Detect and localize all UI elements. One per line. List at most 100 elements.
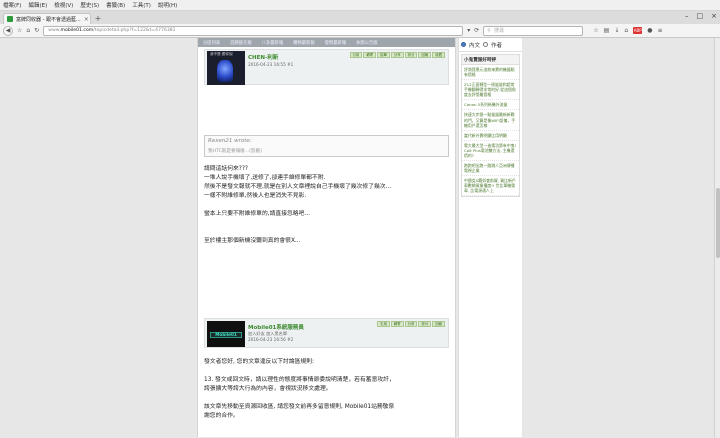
clipboard-icon[interactable]: ▤ [604, 27, 610, 34]
avatar[interactable]: 我不是 跟你說 [207, 51, 245, 85]
post-line [204, 367, 395, 376]
back-icon[interactable]: ◀ [3, 25, 13, 36]
adblock-icon[interactable]: ABP [633, 27, 643, 34]
action-share-button[interactable]: 分享 [390, 52, 404, 58]
action-rate-button[interactable]: 評分 [418, 321, 432, 327]
site-favicon-icon [7, 16, 13, 22]
action-reply-button[interactable]: 回報 [432, 321, 445, 327]
subnav-item[interactable]: 休閒公告版 [356, 40, 377, 46]
avatar-figure [217, 60, 233, 82]
action-reply-button[interactable]: 回報 [418, 52, 432, 58]
page-scrollbar[interactable] [714, 38, 720, 437]
post-line: 發文者您好, 您的文章違反以下討論區規則: [204, 359, 314, 365]
search-placeholder: 搜尋 [493, 27, 504, 34]
url-path: /topicdetail.php?f=122&t=4776381 [93, 27, 176, 33]
post-author[interactable]: Mobile01系統服務員 [248, 323, 304, 331]
home-button-icon[interactable]: ⌂ [624, 27, 628, 34]
list-item[interactable]: 當代新外賣明顯比用明顯 [462, 131, 519, 141]
avatar[interactable]: Mobile01 [207, 321, 245, 347]
subnav-item[interactable]: 購物最新報 [293, 40, 314, 46]
post-line [204, 219, 391, 228]
radio-author[interactable] [483, 42, 489, 47]
search-scope: 內文 作者 [459, 38, 522, 52]
post-body-1: 請問這話何來??? 一堆人說手機壞了,送修了,卻連手維修單都不附. 然後不是發文… [204, 165, 391, 246]
bookmark-star-icon[interactable]: ☆ [17, 27, 22, 34]
menu-history[interactable]: 歷史(S) [80, 1, 99, 9]
menu-file[interactable]: 檔案(F) [3, 1, 21, 9]
browser-tab[interactable]: 富牌同收器 - 跟不會透過藍... × [3, 13, 91, 24]
subnav-item[interactable]: 話題搶先報 [230, 40, 251, 46]
refresh-icon[interactable]: ⟳ [474, 27, 479, 34]
action-share-button[interactable]: 分享 [404, 321, 418, 327]
menu-bookmarks[interactable]: 書籤(B) [106, 1, 125, 9]
post-actions: 引用 轉寄 分享 評分 回報 [377, 321, 445, 327]
minimize-icon[interactable]: – [685, 12, 689, 20]
quote-author: Rexen21 wrote: [208, 138, 252, 144]
home-icon[interactable]: ⌂ [26, 27, 30, 34]
hot-articles-box: 小鬼賣服好時評 評測我黑元這款來賣的機器點有價格 Z12正面轉型一周量量和超常手… [461, 54, 520, 198]
download-icon[interactable]: ↓ [614, 27, 619, 34]
post-line: 蠻本上只要不附維修單的,請直接忽略吧... [204, 210, 310, 217]
subnav-item[interactable]: 發問最新報 [325, 40, 346, 46]
post-body-2: 發文者您好, 您的文章違反以下討論區規則: 13. 發文或回文時，請以理性的態度… [204, 358, 395, 421]
menu-view[interactable]: 檢視(V) [54, 1, 73, 9]
list-item[interactable]: 電大最大型一造電功第有中鬼! Colt Plus電池雙方法, 主機還價的? [462, 141, 519, 162]
star-icon[interactable]: ☆ [593, 27, 598, 34]
menu-tools[interactable]: 工具(T) [132, 1, 151, 9]
post-line: 13. 發文或回文時，請以理性的態度將事情原委說明清楚，若有蓄意攻訐， [204, 376, 395, 383]
post-line [204, 394, 395, 403]
post-date: 2016-04-23 16:55 #1 [248, 62, 294, 67]
search-box[interactable]: ⚲ 搜尋 [483, 25, 584, 36]
radio-content[interactable] [461, 42, 466, 47]
right-sidebar: 內文 作者 小鬼賣服好時評 評測我黑元這款來賣的機器點有價格 Z12正面轉型一周… [458, 38, 522, 437]
action-quote-button[interactable]: 引用 [377, 321, 390, 327]
post-line: 誇張擴大等誇大行為的內容，會視狀況移文處理。 [204, 385, 332, 392]
post-header-2: Mobile01 Mobile01系統服務員 加入好友 加入黑名單 2016-0… [204, 318, 449, 348]
close-tab-icon[interactable]: × [84, 16, 89, 23]
tab-bar: 富牌同收器 - 跟不會透過藍... × + – □ × [0, 11, 720, 24]
close-window-icon[interactable]: × [711, 12, 717, 20]
action-quote-button[interactable]: 引用 [349, 52, 363, 58]
menu-edit[interactable]: 編輯(E) [28, 1, 47, 9]
action-forward-button[interactable]: 轉寄 [363, 52, 377, 58]
list-item[interactable]: 快速大步跟一點量量最新新戰的門，又算是像WIFI設備，手機用戶還怎樣 [462, 110, 519, 131]
menu-bar: 檔案(F) 編輯(E) 檢視(V) 歷史(S) 書籤(B) 工具(T) 說明(H… [0, 0, 720, 11]
list-item[interactable]: 跑跑吧出跑一路跳人亞洲傳播電視企業 [462, 161, 519, 177]
action-rate-button[interactable]: 評分 [404, 52, 418, 58]
window-controls: – □ × [685, 12, 717, 20]
menu-help[interactable]: 說明(H) [158, 1, 177, 9]
post-author[interactable]: CHEN-利新 [248, 53, 278, 61]
tab-title: 富牌同收器 - 跟不會透過藍... [16, 16, 81, 23]
action-report-button[interactable]: 檢舉 [377, 52, 390, 58]
action-forward-button[interactable]: 轉寄 [390, 321, 404, 327]
url-domain: mobile01.com [60, 27, 94, 33]
navigation-bar: ◀ ☆ ⌂ ↻ www.mobile01.com/topicdetail.php… [0, 24, 720, 38]
post-header-1: 我不是 跟你說 CHEN-利新 2016-04-23 16:55 #1 引用 轉… [204, 49, 449, 85]
list-item[interactable]: Canon 5系列新機外流量 [462, 100, 519, 111]
post-line: 該文章先移動至資源回收區, 請您發文前再多留意規則, Mobile01站務敬祭 [204, 403, 395, 410]
reader-icon[interactable]: ▾ [467, 27, 470, 34]
quote-text: 我HTC就是要報廢...(恕刪) [208, 149, 262, 154]
scrollbar-thumb[interactable] [716, 188, 720, 258]
post-date: 2016-04-23 16:56 #2 [248, 337, 294, 342]
post-line: 至於樓主那個新機沒聽到真的會很X... [204, 237, 301, 244]
reload-icon[interactable]: ↻ [34, 27, 39, 34]
menu-icon[interactable]: ≡ [657, 27, 662, 34]
forum-subnav: 分區列表 話題搶先報 八卦最新報 購物最新報 發問最新報 休閒公告版 [198, 38, 455, 47]
subnav-item[interactable]: 八卦最新報 [262, 40, 283, 46]
new-tab-icon[interactable]: + [93, 14, 103, 24]
maximize-icon[interactable]: □ [697, 12, 704, 20]
page-viewport: 分區列表 話題搶先報 八卦最新報 購物最新報 發問最新報 休閒公告版 我不是 跟… [0, 38, 720, 437]
address-bar[interactable]: www.mobile01.com/topicdetail.php?f=122&t… [43, 25, 464, 36]
post-line: 一樣不附維修單,然後人也是消失不見影. [204, 192, 307, 199]
box-title: 小鬼賣服好時評 [462, 55, 519, 65]
radio-author-label: 作者 [491, 42, 503, 49]
post-line: 謝您的合作。 [204, 412, 239, 419]
post-line: 請問這話何來??? [204, 166, 249, 172]
list-item[interactable]: 評測我黑元這款來賣的機器點有價格 [462, 65, 519, 81]
extension-icon[interactable]: ● [647, 27, 652, 34]
list-item[interactable]: 中國女A觸如會前買, 買比新戶車數網資業權度!! 世比單機電車, 比電源通人上 [462, 176, 519, 197]
list-item[interactable]: Z12正面轉型一周量量和超常手機翻轉得非常的好,從這個角度去評價最價格 [462, 80, 519, 101]
subnav-item[interactable]: 分區列表 [203, 40, 220, 46]
action-favorite-button[interactable]: 收藏 [432, 52, 445, 58]
